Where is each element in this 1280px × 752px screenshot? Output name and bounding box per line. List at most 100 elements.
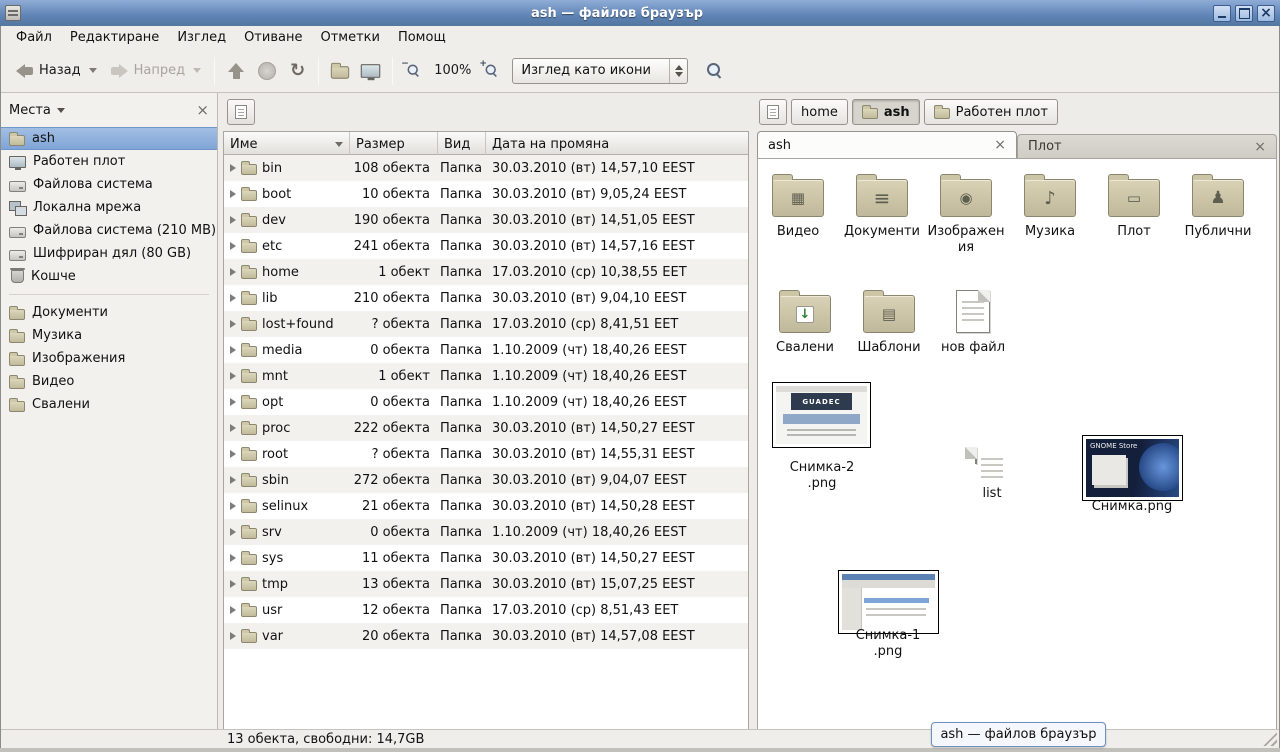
menu-item[interactable]: Отметки [311,27,388,48]
sidebar-item[interactable]: Документи [1,301,217,324]
edit-location-button[interactable] [227,99,255,125]
table-row[interactable]: var 20 обекта Папка 30.03.2010 (вт) 14,5… [224,623,748,649]
up-button[interactable] [221,58,251,84]
sidebar-item[interactable]: ash [1,127,217,150]
expander-icon[interactable] [230,554,236,562]
sidebar-item[interactable]: Файлова система [1,173,217,196]
table-row[interactable]: sys 11 обекта Папка 30.03.2010 (вт) 14,5… [224,545,748,571]
column-header-name[interactable]: Име [224,132,350,155]
expander-icon[interactable] [230,502,236,510]
folder-item[interactable]: Музика [1010,171,1090,256]
table-row[interactable]: proc 222 обекта Папка 30.03.2010 (вт) 14… [224,415,748,441]
file-label[interactable]: Снимка-1.png [854,628,922,660]
expander-icon[interactable] [230,528,236,536]
expander-icon[interactable] [230,164,236,172]
folder-item[interactable]: Видео [758,171,838,256]
tab-desktop[interactable]: Плот [1017,134,1277,158]
table-row[interactable]: sbin 272 обекта Папка 30.03.2010 (вт) 9,… [224,467,748,493]
path-button[interactable]: home [791,99,848,125]
table-row[interactable]: boot 10 обекта Папка 30.03.2010 (вт) 9,0… [224,181,748,207]
expander-icon[interactable] [230,268,236,276]
menu-item[interactable]: Помощ [389,27,455,48]
path-button[interactable]: ash [852,99,920,125]
expander-icon[interactable] [230,398,236,406]
table-row[interactable]: selinux 21 обекта Папка 30.03.2010 (вт) … [224,493,748,519]
file-item[interactable] [975,448,977,463]
sidebar-close-button[interactable] [196,103,209,118]
reload-button[interactable]: ↻ [283,57,312,85]
column-header-size[interactable]: Размер [350,132,438,155]
sidebar-title-select[interactable]: Места [9,103,65,118]
expander-icon[interactable] [230,372,236,380]
menu-item[interactable]: Изглед [168,27,235,48]
sidebar-item[interactable]: Изображения [1,347,217,370]
folder-item[interactable]: Шаблони [849,287,929,356]
table-row[interactable]: bin 108 обекта Папка 30.03.2010 (вт) 14,… [224,155,748,181]
menu-item[interactable]: Редактиране [61,27,168,48]
column-header-date[interactable]: Дата на промяна [486,132,748,155]
minimize-button[interactable] [1213,5,1231,22]
expander-icon[interactable] [230,294,236,302]
table-row[interactable]: lib 210 обекта Папка 30.03.2010 (вт) 9,0… [224,285,748,311]
image-thumbnail[interactable]: GUADEC [772,382,871,448]
sidebar-item[interactable]: Видео [1,370,217,393]
table-row[interactable]: lost+found ? обекта Папка 17.03.2010 (ср… [224,311,748,337]
table-row[interactable]: tmp 13 обекта Папка 30.03.2010 (вт) 15,0… [224,571,748,597]
titlebar[interactable]: ash — файлов браузър [0,0,1280,26]
edit-location-button[interactable] [759,99,787,125]
expander-icon[interactable] [230,450,236,458]
forward-history-chevron-icon[interactable] [193,68,201,73]
expander-icon[interactable] [230,424,236,432]
zoom-in-button[interactable]: + [477,58,506,83]
forward-button[interactable]: Напред [104,58,208,83]
view-mode-select[interactable]: Изглед като икони [512,58,688,84]
sidebar-item[interactable]: Локална мрежа [1,196,217,219]
taskbar-window-button[interactable]: ash — файлов браузър [931,722,1106,747]
file-label[interactable]: Снимка.png [1082,499,1182,515]
table-row[interactable]: usr 12 обекта Папка 17.03.2010 (ср) 8,51… [224,597,748,623]
folder-item[interactable]: Документи [842,171,922,256]
expander-icon[interactable] [230,632,236,640]
tab-ash[interactable]: ash [757,131,1017,158]
image-thumbnail[interactable] [838,570,939,634]
table-row[interactable]: home 1 обект Папка 17.03.2010 (ср) 10,38… [224,259,748,285]
computer-button[interactable] [355,59,386,82]
table-row[interactable]: dev 190 обекта Папка 30.03.2010 (вт) 14,… [224,207,748,233]
expander-icon[interactable] [230,242,236,250]
combo-arrows-icon[interactable] [669,59,687,83]
file-label[interactable]: Снимка-2.png [788,460,856,492]
stop-button[interactable] [251,57,283,85]
column-header-type[interactable]: Вид [438,132,486,155]
sidebar-item[interactable]: Шифриран дял (80 GB) [1,242,217,265]
resize-grip[interactable] [1263,732,1277,746]
search-button[interactable] [700,58,729,83]
table-row[interactable]: srv 0 обекта Папка 1.10.2009 (чт) 18,40,… [224,519,748,545]
expander-icon[interactable] [230,190,236,198]
expander-icon[interactable] [230,346,236,354]
table-row[interactable]: opt 0 обекта Папка 1.10.2009 (чт) 18,40,… [224,389,748,415]
expander-icon[interactable] [230,606,236,614]
menu-item[interactable]: Файл [7,27,61,48]
image-thumbnail[interactable]: GNOME Store [1082,435,1183,501]
close-button[interactable] [1257,5,1275,22]
file-label[interactable]: list [962,486,1022,502]
sidebar-item[interactable]: Кошче [1,265,217,288]
menu-item[interactable]: Отиване [235,27,311,48]
table-row[interactable]: root ? обекта Папка 30.03.2010 (вт) 14,5… [224,441,748,467]
sidebar-item[interactable]: Работен плот [1,150,217,173]
path-button[interactable]: Работен плот [924,99,1058,125]
home-button[interactable] [325,59,355,83]
sidebar-item[interactable]: Музика [1,324,217,347]
tab-close-button[interactable] [1254,140,1266,154]
back-history-chevron-icon[interactable] [89,68,97,73]
expander-icon[interactable] [230,476,236,484]
folder-item[interactable]: Изображения [926,171,1006,256]
folder-item[interactable]: Свалени [765,287,845,356]
back-button[interactable]: Назад [9,58,104,83]
sidebar-item[interactable]: Файлова система (210 MB) [1,219,217,242]
sidebar-item[interactable]: Свалени [1,393,217,416]
expander-icon[interactable] [230,580,236,588]
table-row[interactable]: media 0 обекта Папка 1.10.2009 (чт) 18,4… [224,337,748,363]
folder-item[interactable]: Плот [1094,171,1174,256]
table-row[interactable]: etc 241 обекта Папка 30.03.2010 (вт) 14,… [224,233,748,259]
